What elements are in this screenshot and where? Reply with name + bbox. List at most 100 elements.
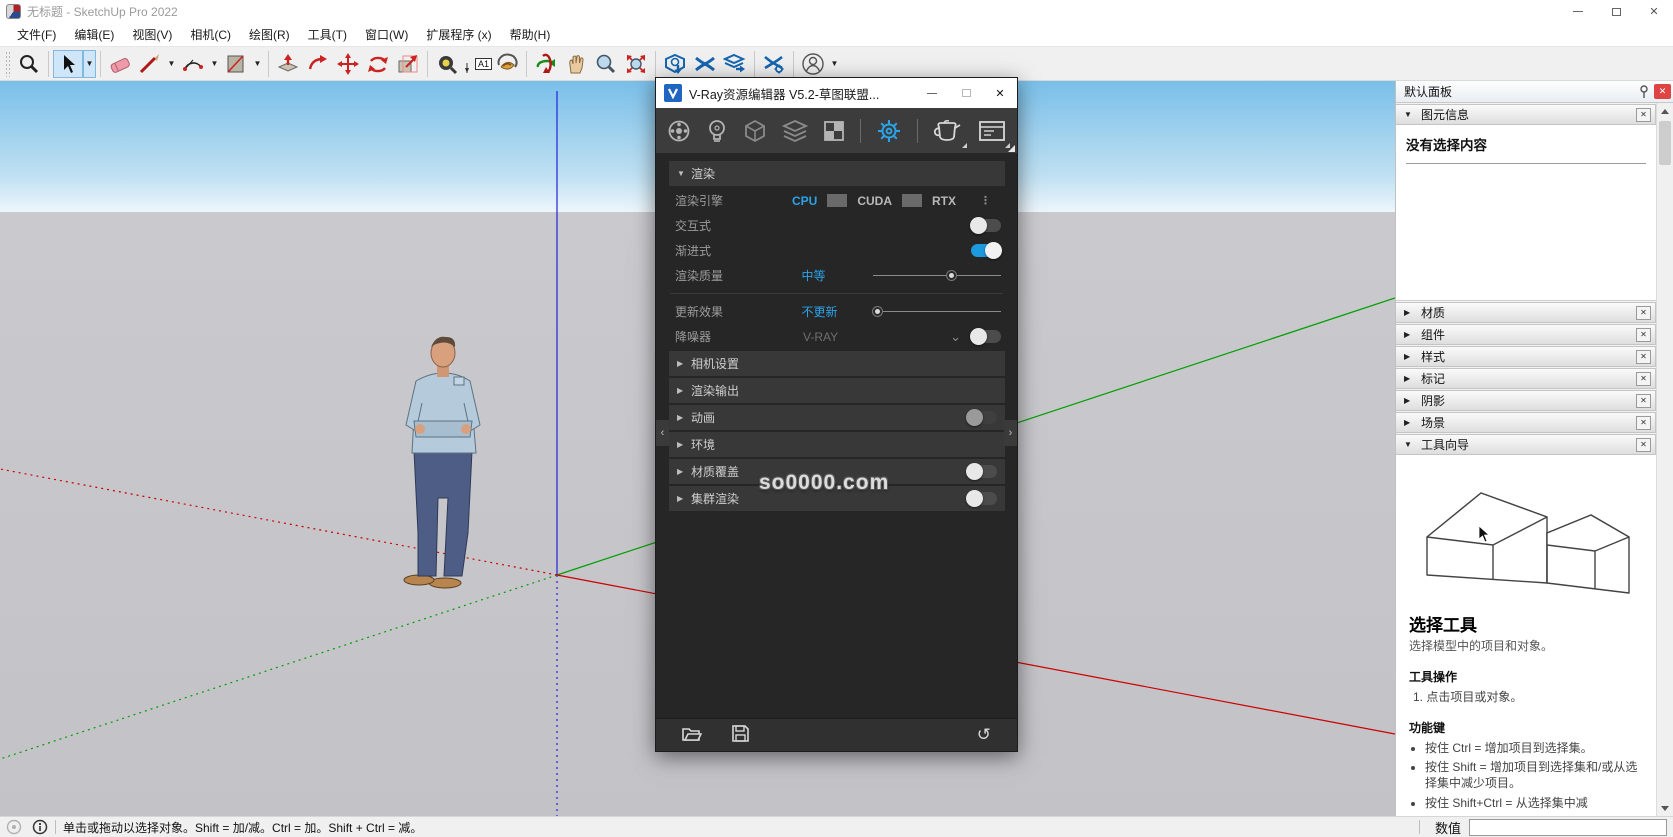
rotate-tool-icon[interactable] — [363, 50, 393, 78]
select-tool-button[interactable] — [53, 50, 83, 78]
tape-measure-tool-icon[interactable] — [432, 50, 462, 78]
engine-menu-icon[interactable]: ⋮ — [970, 194, 1001, 207]
eraser-tool-icon[interactable] — [105, 50, 135, 78]
vray-frame-buffer-icon[interactable] — [978, 119, 1006, 143]
vray-render-elements-icon[interactable] — [823, 120, 845, 142]
extension-settings-icon[interactable] — [759, 50, 789, 78]
vray-close-button[interactable]: ✕ — [983, 78, 1017, 108]
styles-header[interactable]: ▶ 样式 ✕ — [1396, 346, 1656, 367]
vray-render-icon[interactable] — [933, 119, 963, 143]
tags-header[interactable]: ▶ 标记 ✕ — [1396, 368, 1656, 389]
text-tool-icon[interactable]: A1 — [462, 50, 492, 78]
rectangle-tool-dropdown[interactable]: ▼ — [251, 50, 264, 78]
info-icon[interactable] — [32, 819, 48, 835]
vray-materials-icon[interactable] — [667, 119, 691, 143]
menu-extensions[interactable]: 扩展程序 (x) — [417, 23, 500, 46]
minimize-button[interactable] — [1559, 0, 1597, 23]
engine-option-cpu[interactable]: CPU — [782, 194, 827, 208]
select-tool-dropdown[interactable]: ▼ — [83, 50, 96, 78]
vray-settings-icon[interactable] — [876, 118, 902, 144]
scroll-up-button[interactable] — [1657, 103, 1673, 119]
extension-warehouse-icon[interactable] — [660, 50, 690, 78]
vray-maximize-button[interactable] — [949, 78, 983, 108]
followme-tool-icon[interactable] — [303, 50, 333, 78]
open-file-icon[interactable] — [682, 726, 702, 745]
line-tool-dropdown[interactable]: ▼ — [165, 50, 178, 78]
orbit-tool-icon[interactable] — [531, 50, 561, 78]
section-environment[interactable]: ▶ 环境 — [669, 432, 1005, 457]
instructor-close-button[interactable]: ✕ — [1636, 438, 1651, 452]
chaos-extension-icon[interactable] — [690, 50, 720, 78]
revert-icon[interactable]: ↺ — [977, 725, 991, 745]
close-button[interactable]: ✕ — [1635, 0, 1673, 23]
section-animation[interactable]: ▶ 动画 — [669, 405, 1005, 430]
denoiser-toggle[interactable] — [971, 330, 1001, 343]
pushpull-tool-icon[interactable] — [273, 50, 303, 78]
geolocation-icon[interactable] — [6, 819, 22, 835]
user-account-dropdown[interactable]: ▼ — [828, 50, 841, 78]
materials-close-button[interactable]: ✕ — [1636, 306, 1651, 320]
layers-share-icon[interactable] — [720, 50, 750, 78]
menu-draw[interactable]: 绘图(R) — [240, 23, 299, 46]
interactive-toggle[interactable] — [971, 219, 1001, 232]
section-render-output[interactable]: ▶ 渲染输出 — [669, 378, 1005, 403]
toolbar-grip[interactable] — [5, 51, 11, 77]
entity-info-header[interactable]: ▼ 图元信息 ✕ — [1396, 104, 1656, 125]
tags-close-button[interactable]: ✕ — [1636, 372, 1651, 386]
shadows-close-button[interactable]: ✕ — [1636, 394, 1651, 408]
progressive-toggle[interactable] — [971, 244, 1001, 257]
scroll-thumb[interactable] — [1659, 121, 1671, 165]
zoom-extents-icon[interactable] — [621, 50, 651, 78]
panel-scrollbar[interactable] — [1656, 103, 1673, 816]
menu-file[interactable]: 文件(F) — [8, 23, 65, 46]
save-file-icon[interactable] — [732, 725, 749, 745]
rectangle-tool-icon[interactable] — [221, 50, 251, 78]
vray-textures-icon[interactable] — [782, 119, 808, 143]
measurements-input[interactable] — [1469, 819, 1667, 836]
user-account-icon[interactable] — [798, 50, 828, 78]
section-render[interactable]: ▼ 渲染 — [669, 161, 1005, 186]
arc-tool-icon[interactable] — [178, 50, 208, 78]
vray-minimize-button[interactable] — [915, 78, 949, 108]
denoiser-dropdown-icon[interactable]: ⌄ — [950, 329, 961, 345]
default-panel-close-button[interactable]: ✕ — [1654, 84, 1671, 99]
engine-option-rtx[interactable]: RTX — [922, 194, 966, 208]
menu-window[interactable]: 窗口(W) — [356, 23, 417, 46]
scenes-close-button[interactable]: ✕ — [1636, 416, 1651, 430]
menu-view[interactable]: 视图(V) — [123, 23, 181, 46]
menu-tools[interactable]: 工具(T) — [299, 23, 356, 46]
arc-tool-dropdown[interactable]: ▼ — [208, 50, 221, 78]
quality-slider[interactable] — [873, 269, 1001, 282]
animation-toggle[interactable] — [967, 411, 997, 424]
pan-tool-icon[interactable] — [561, 50, 591, 78]
pin-icon[interactable] — [1638, 85, 1650, 99]
scroll-down-button[interactable] — [1657, 800, 1673, 816]
instructor-header[interactable]: ▼ 工具向导 ✕ — [1396, 434, 1656, 455]
menu-help[interactable]: 帮助(H) — [501, 23, 560, 46]
components-close-button[interactable]: ✕ — [1636, 328, 1651, 342]
cluster-render-toggle[interactable] — [967, 492, 997, 505]
collapse-left-arrow[interactable]: ‹ — [656, 420, 669, 446]
update-effects-slider[interactable] — [873, 305, 1001, 318]
menu-camera[interactable]: 相机(C) — [181, 23, 240, 46]
maximize-button[interactable] — [1597, 0, 1635, 23]
collapse-right-arrow[interactable]: › — [1004, 420, 1017, 446]
zoom-tool-icon[interactable] — [14, 50, 44, 78]
vray-geometry-icon[interactable] — [743, 119, 767, 143]
line-tool-icon[interactable] — [135, 50, 165, 78]
move-tool-icon[interactable] — [333, 50, 363, 78]
scale-tool-icon[interactable] — [393, 50, 423, 78]
styles-close-button[interactable]: ✕ — [1636, 350, 1651, 364]
vray-lights-icon[interactable] — [706, 119, 728, 143]
entity-info-close-button[interactable]: ✕ — [1636, 108, 1651, 122]
material-override-toggle[interactable] — [967, 465, 997, 478]
zoom-icon[interactable] — [591, 50, 621, 78]
shadows-header[interactable]: ▶ 阴影 ✕ — [1396, 390, 1656, 411]
paint-bucket-tool-icon[interactable] — [492, 50, 522, 78]
section-camera-settings[interactable]: ▶ 相机设置 — [669, 351, 1005, 376]
scenes-header[interactable]: ▶ 场景 ✕ — [1396, 412, 1656, 433]
components-header[interactable]: ▶ 组件 ✕ — [1396, 324, 1656, 345]
engine-option-cuda[interactable]: CUDA — [847, 194, 902, 208]
menu-edit[interactable]: 编辑(E) — [65, 23, 123, 46]
materials-header[interactable]: ▶ 材质 ✕ — [1396, 302, 1656, 323]
